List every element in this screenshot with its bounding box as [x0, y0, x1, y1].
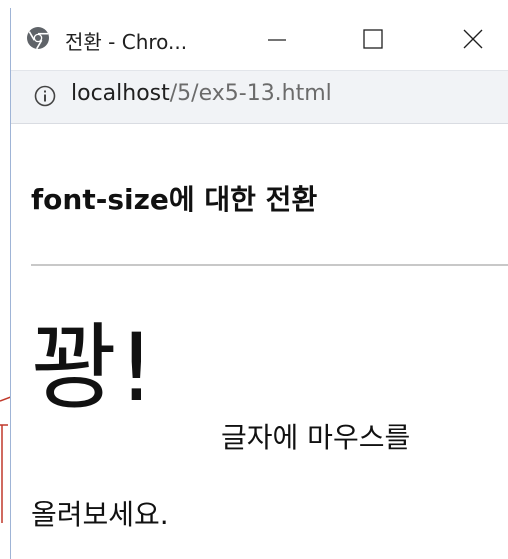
url-path: /5/ex5-13.html [169, 81, 332, 106]
hint-text-line2: 올려보세요. [31, 498, 169, 531]
close-icon[interactable] [455, 22, 491, 56]
url-text[interactable]: localhost/5/ex5-13.html [71, 81, 332, 106]
info-icon[interactable] [33, 84, 57, 108]
browser-window: 전환 - Chro... localhost/5/ex5-13.html fon… [10, 8, 508, 559]
horizontal-rule [31, 264, 508, 266]
tab-title[interactable]: 전환 - Chro... [65, 26, 187, 55]
page-heading: font-size에 대한 전환 [31, 183, 318, 216]
hint-text-line1: 글자에 마우스를 [221, 421, 411, 454]
page-content: font-size에 대한 전환 꽝! 글자에 마우스를 올려보세요. [11, 126, 508, 559]
minimize-icon[interactable] [259, 22, 295, 56]
title-bar: 전환 - Chro... [11, 8, 508, 70]
hover-target-text[interactable]: 꽝! [31, 314, 155, 424]
url-host: localhost [71, 81, 170, 106]
address-bar[interactable]: localhost/5/ex5-13.html [11, 70, 508, 124]
maximize-icon[interactable] [355, 22, 391, 56]
chrome-icon [27, 27, 49, 50]
